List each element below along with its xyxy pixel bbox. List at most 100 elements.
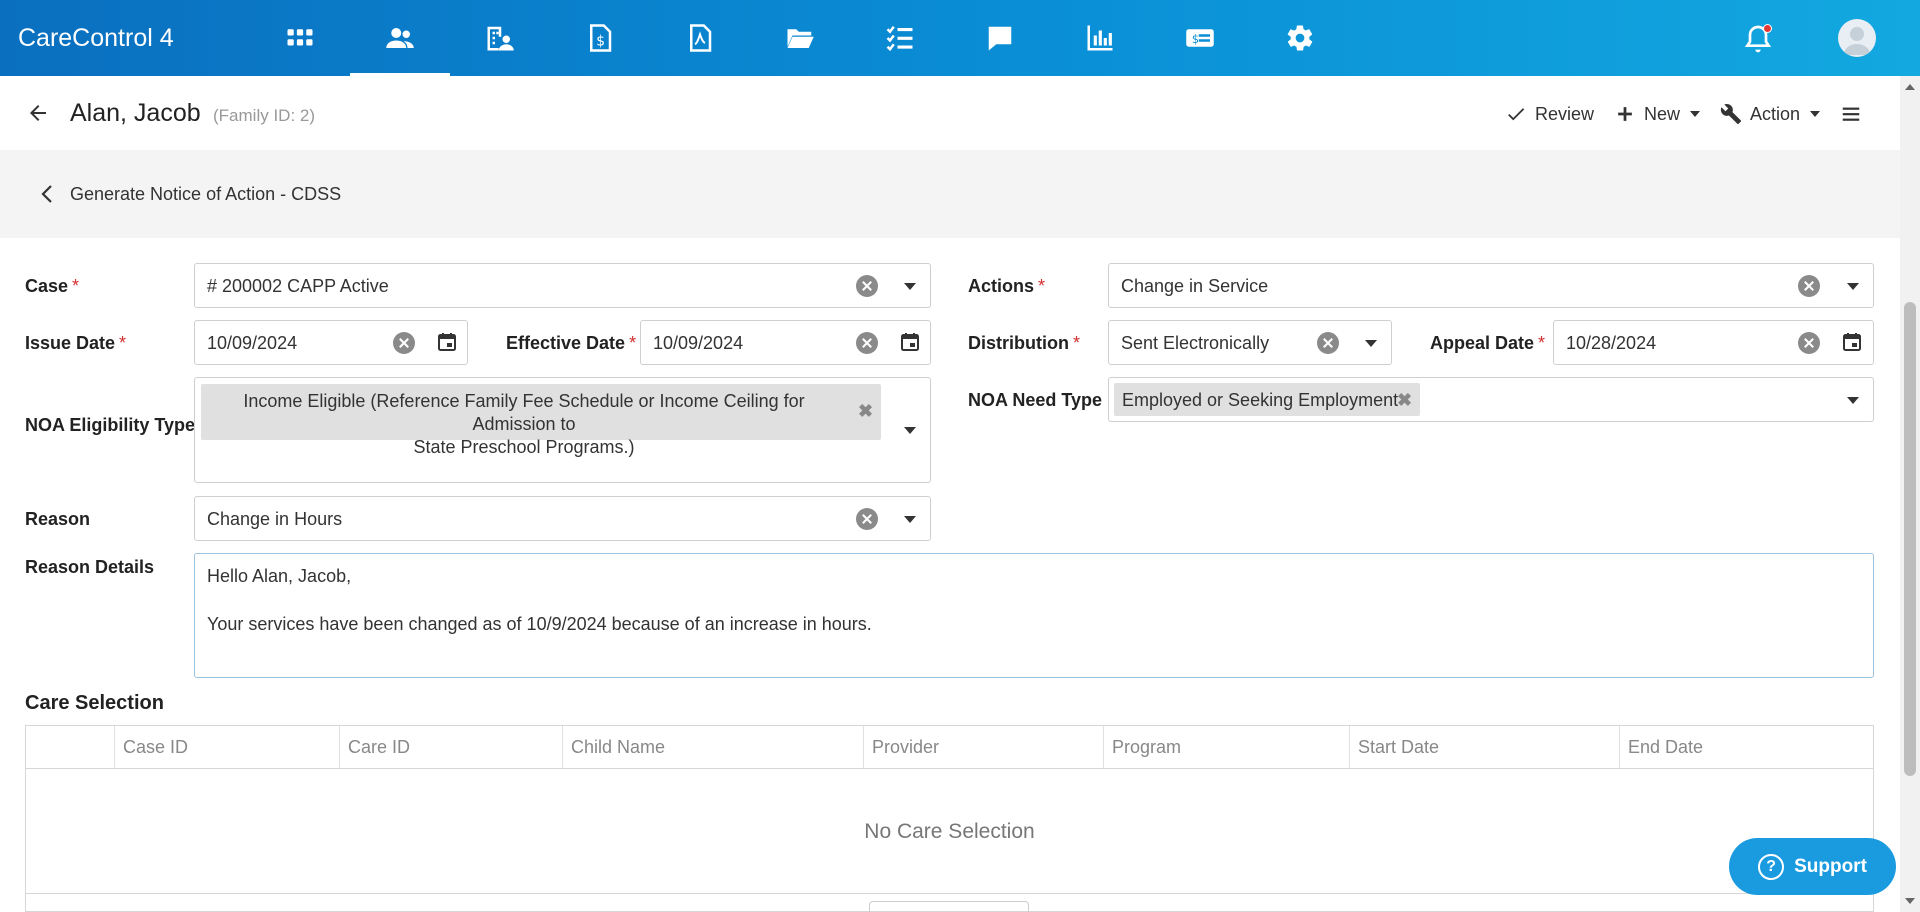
family-id: (Family ID: 2) [213, 106, 315, 125]
svg-text:$: $ [1192, 33, 1199, 46]
chevron-down-icon[interactable] [904, 427, 916, 434]
pager[interactable] [869, 901, 1029, 912]
eligibility-chip-line2: State Preschool Programs.) [413, 437, 635, 457]
calendar-icon[interactable] [900, 332, 920, 352]
reason-select[interactable]: Change in Hours [194, 496, 931, 541]
need-chip: Employed or Seeking Employment ✖ [1114, 383, 1420, 416]
care-selection-table: Case ID Care ID Child Name Provider Prog… [25, 725, 1874, 912]
effective-date-value: 10/09/2024 [653, 333, 744, 353]
column-header[interactable]: Start Date [1349, 726, 1619, 768]
support-button[interactable]: ? Support [1729, 838, 1896, 895]
eligibility-chip-line1: Income Eligible (Reference Family Fee Sc… [243, 391, 805, 434]
reason-value: Change in Hours [207, 509, 343, 529]
scrollbar-thumb[interactable] [1904, 302, 1916, 776]
chevron-left-icon[interactable] [40, 184, 54, 204]
back-arrow-icon[interactable] [26, 101, 50, 125]
notification-bell-icon[interactable] [1742, 22, 1774, 56]
effective-date-label: Effective Date * [506, 333, 637, 353]
clear-icon[interactable] [1317, 332, 1339, 354]
distribution-value: Sent Electronically [1121, 333, 1270, 353]
distribution-label: Distribution * [968, 333, 1081, 353]
review-button[interactable]: Review [1505, 101, 1594, 127]
apps-grid-icon[interactable] [250, 0, 350, 76]
new-button[interactable]: New [1614, 101, 1701, 127]
clear-icon[interactable] [1798, 332, 1820, 354]
table-footer-divider [26, 893, 1873, 894]
eligibility-chip: Income Eligible (Reference Family Fee Sc… [201, 384, 881, 457]
checklist-icon[interactable] [850, 0, 950, 76]
building-icon[interactable] [450, 0, 550, 76]
document-icon[interactable] [650, 0, 750, 76]
case-select[interactable]: # 200002 CAPP Active [194, 263, 931, 308]
appeal-date-value: 10/28/2024 [1566, 333, 1657, 353]
need-chip-label: Employed or Seeking Employment [1122, 390, 1399, 410]
reason-details-line2: Your services have been changed as of 10… [207, 614, 872, 634]
need-type-select[interactable]: Employed or Seeking Employment ✖ [1108, 377, 1874, 422]
actions-select[interactable]: Change in Service [1108, 263, 1874, 308]
plus-icon [1618, 107, 1632, 121]
actions-value: Change in Service [1121, 276, 1269, 296]
wrench-icon [1720, 104, 1742, 125]
chevron-down-icon[interactable] [1365, 340, 1377, 347]
appeal-date-input[interactable]: 10/28/2024 [1553, 320, 1874, 365]
scroll-up-icon[interactable] [1905, 84, 1915, 90]
column-header[interactable]: Child Name [562, 726, 863, 768]
column-header[interactable]: Provider [863, 726, 1103, 768]
folder-icon[interactable] [750, 0, 850, 76]
review-label: Review [1535, 103, 1595, 124]
clear-icon[interactable] [1798, 275, 1820, 297]
scroll-down-icon[interactable] [1905, 898, 1915, 904]
payment-card-icon[interactable]: $ [1150, 0, 1250, 76]
clear-icon[interactable] [856, 508, 878, 530]
reason-details-textarea[interactable]: Hello Alan, Jacob, Your services have be… [194, 553, 1874, 678]
remove-chip-icon[interactable]: ✖ [1397, 390, 1412, 411]
column-header[interactable]: Care ID [339, 726, 562, 768]
clear-icon[interactable] [393, 332, 415, 354]
calendar-icon[interactable] [437, 332, 457, 352]
support-label: Support [1794, 855, 1867, 877]
table-header: Case ID Care ID Child Name Provider Prog… [26, 726, 1873, 769]
avatar[interactable] [1838, 19, 1876, 57]
chevron-down-icon[interactable] [904, 283, 916, 290]
empty-table-message: No Care Selection [864, 820, 1035, 843]
action-button[interactable]: Action [1720, 101, 1821, 127]
actions-label: Actions * [968, 276, 1046, 296]
care-selection-title: Care Selection [25, 692, 164, 714]
case-value: # 200002 CAPP Active [207, 276, 389, 296]
column-header[interactable]: End Date [1619, 726, 1873, 768]
record-header: Alan, Jacob (Family ID: 2) Review New Ac… [0, 76, 1900, 150]
hamburger-menu-icon[interactable] [1840, 103, 1862, 125]
appeal-date-label: Appeal Date * [1430, 333, 1546, 353]
eligibility-type-select[interactable]: Income Eligible (Reference Family Fee Sc… [194, 377, 931, 483]
calendar-icon[interactable] [1842, 332, 1862, 352]
people-icon[interactable] [350, 0, 450, 76]
eligibility-type-label: NOA Eligibility Type [25, 415, 196, 435]
column-header[interactable]: Case ID [114, 726, 339, 768]
column-header[interactable]: Program [1103, 726, 1349, 768]
clear-icon[interactable] [856, 275, 878, 297]
clear-icon[interactable] [856, 332, 878, 354]
bar-chart-icon[interactable] [1050, 0, 1150, 76]
new-label: New [1644, 103, 1681, 124]
notification-dot [1763, 24, 1772, 33]
invoice-icon[interactable]: $ [550, 0, 650, 76]
breadcrumb-title[interactable]: Generate Notice of Action - CDSS [70, 184, 341, 205]
distribution-select[interactable]: Sent Electronically [1108, 320, 1392, 365]
chevron-down-icon[interactable] [1847, 397, 1859, 404]
page-title: Alan, Jacob [70, 99, 201, 127]
issue-date-label: Issue Date * [25, 333, 127, 353]
page-scrollbar[interactable] [1900, 76, 1920, 912]
top-navbar: CareControl 4 $ $ [0, 0, 1920, 76]
remove-chip-icon[interactable]: ✖ [858, 401, 873, 422]
issue-date-input[interactable]: 10/09/2024 [194, 320, 468, 365]
reason-details-line1: Hello Alan, Jacob, [207, 566, 352, 586]
app-title[interactable]: CareControl 4 [18, 24, 174, 53]
chevron-down-icon[interactable] [904, 516, 916, 523]
help-icon: ? [1758, 853, 1785, 880]
reason-details-label: Reason Details [25, 557, 155, 577]
chat-icon[interactable] [950, 0, 1050, 76]
effective-date-input[interactable]: 10/09/2024 [640, 320, 931, 365]
chevron-down-icon[interactable] [1847, 283, 1859, 290]
svg-text:$: $ [596, 34, 605, 50]
gear-icon[interactable] [1250, 0, 1350, 76]
